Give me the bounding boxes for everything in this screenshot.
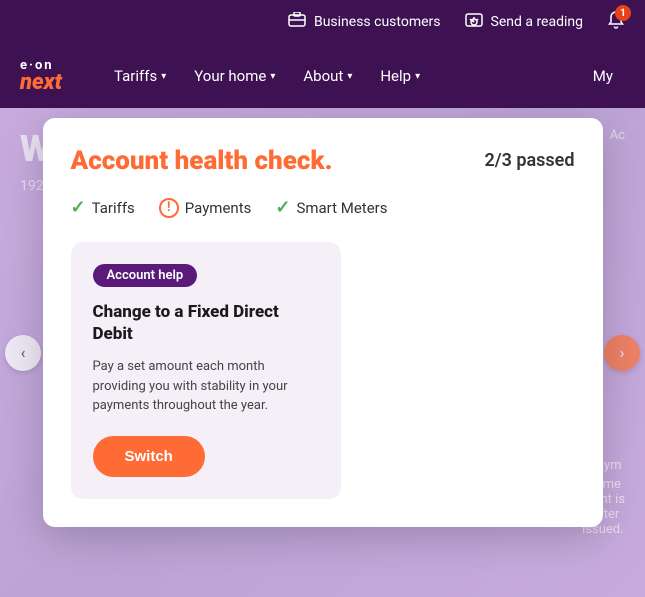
top-utility-bar: Business customers Send a reading 1 bbox=[0, 0, 645, 44]
switch-button[interactable]: Switch bbox=[93, 436, 205, 477]
chevron-down-icon: ▾ bbox=[161, 71, 166, 82]
chevron-down-icon: ▾ bbox=[270, 71, 275, 82]
check-label-payments: Payments bbox=[185, 199, 252, 217]
check-label-smart-meters: Smart Meters bbox=[296, 199, 387, 217]
check-item-tariffs: ✓ Tariffs bbox=[71, 197, 135, 218]
chevron-down-icon: ▾ bbox=[347, 71, 352, 82]
chevron-down-icon: ▾ bbox=[415, 71, 420, 82]
notifications-link[interactable]: 1 bbox=[607, 11, 625, 33]
send-reading-label: Send a reading bbox=[491, 14, 583, 30]
logo-next: next bbox=[20, 72, 62, 94]
check-label-tariffs: Tariffs bbox=[92, 199, 135, 217]
briefcase-icon bbox=[288, 12, 306, 32]
checkmark-icon: ✓ bbox=[275, 197, 290, 218]
meter-icon bbox=[465, 12, 483, 32]
business-customers-label: Business customers bbox=[314, 14, 441, 30]
check-item-payments: ! Payments bbox=[159, 198, 252, 218]
modal-header: Account health check. 2/3 passed bbox=[71, 146, 575, 177]
nav-your-home-label: Your home bbox=[194, 67, 266, 85]
modal-score: 2/3 passed bbox=[484, 146, 574, 171]
modal-checks: ✓ Tariffs ! Payments ✓ Smart Meters bbox=[71, 197, 575, 218]
card-description: Pay a set amount each month providing yo… bbox=[93, 357, 319, 416]
main-nav: e·on next Tariffs ▾ Your home ▾ About ▾ … bbox=[0, 44, 645, 108]
card-badge: Account help bbox=[93, 264, 198, 287]
nav-help-label: Help bbox=[380, 67, 411, 85]
warning-icon: ! bbox=[159, 198, 179, 218]
modal-overlay: Account health check. 2/3 passed ✓ Tarif… bbox=[0, 108, 645, 597]
business-customers-link[interactable]: Business customers bbox=[288, 12, 441, 32]
logo[interactable]: e·on next bbox=[20, 59, 62, 94]
account-health-modal: Account health check. 2/3 passed ✓ Tarif… bbox=[43, 118, 603, 527]
send-reading-link[interactable]: Send a reading bbox=[465, 12, 583, 32]
notification-count: 1 bbox=[615, 5, 631, 21]
nav-tariffs-label: Tariffs bbox=[114, 67, 157, 85]
nav-items: Tariffs ▾ Your home ▾ About ▾ Help ▾ bbox=[102, 59, 581, 93]
nav-item-tariffs[interactable]: Tariffs ▾ bbox=[102, 59, 178, 93]
nav-about-label: About bbox=[303, 67, 343, 85]
nav-item-my[interactable]: My bbox=[581, 59, 625, 93]
account-help-card: Account help Change to a Fixed Direct De… bbox=[71, 242, 341, 499]
checkmark-icon: ✓ bbox=[71, 197, 86, 218]
nav-item-about[interactable]: About ▾ bbox=[291, 59, 364, 93]
check-item-smart-meters: ✓ Smart Meters bbox=[275, 197, 387, 218]
nav-item-your-home[interactable]: Your home ▾ bbox=[182, 59, 287, 93]
nav-my-label: My bbox=[593, 67, 613, 85]
modal-title: Account health check. bbox=[71, 146, 333, 177]
card-title: Change to a Fixed Direct Debit bbox=[93, 301, 319, 345]
main-content-area: Wo 192 G Ac t paym payme ment is s after… bbox=[0, 108, 645, 597]
nav-item-help[interactable]: Help ▾ bbox=[368, 59, 432, 93]
